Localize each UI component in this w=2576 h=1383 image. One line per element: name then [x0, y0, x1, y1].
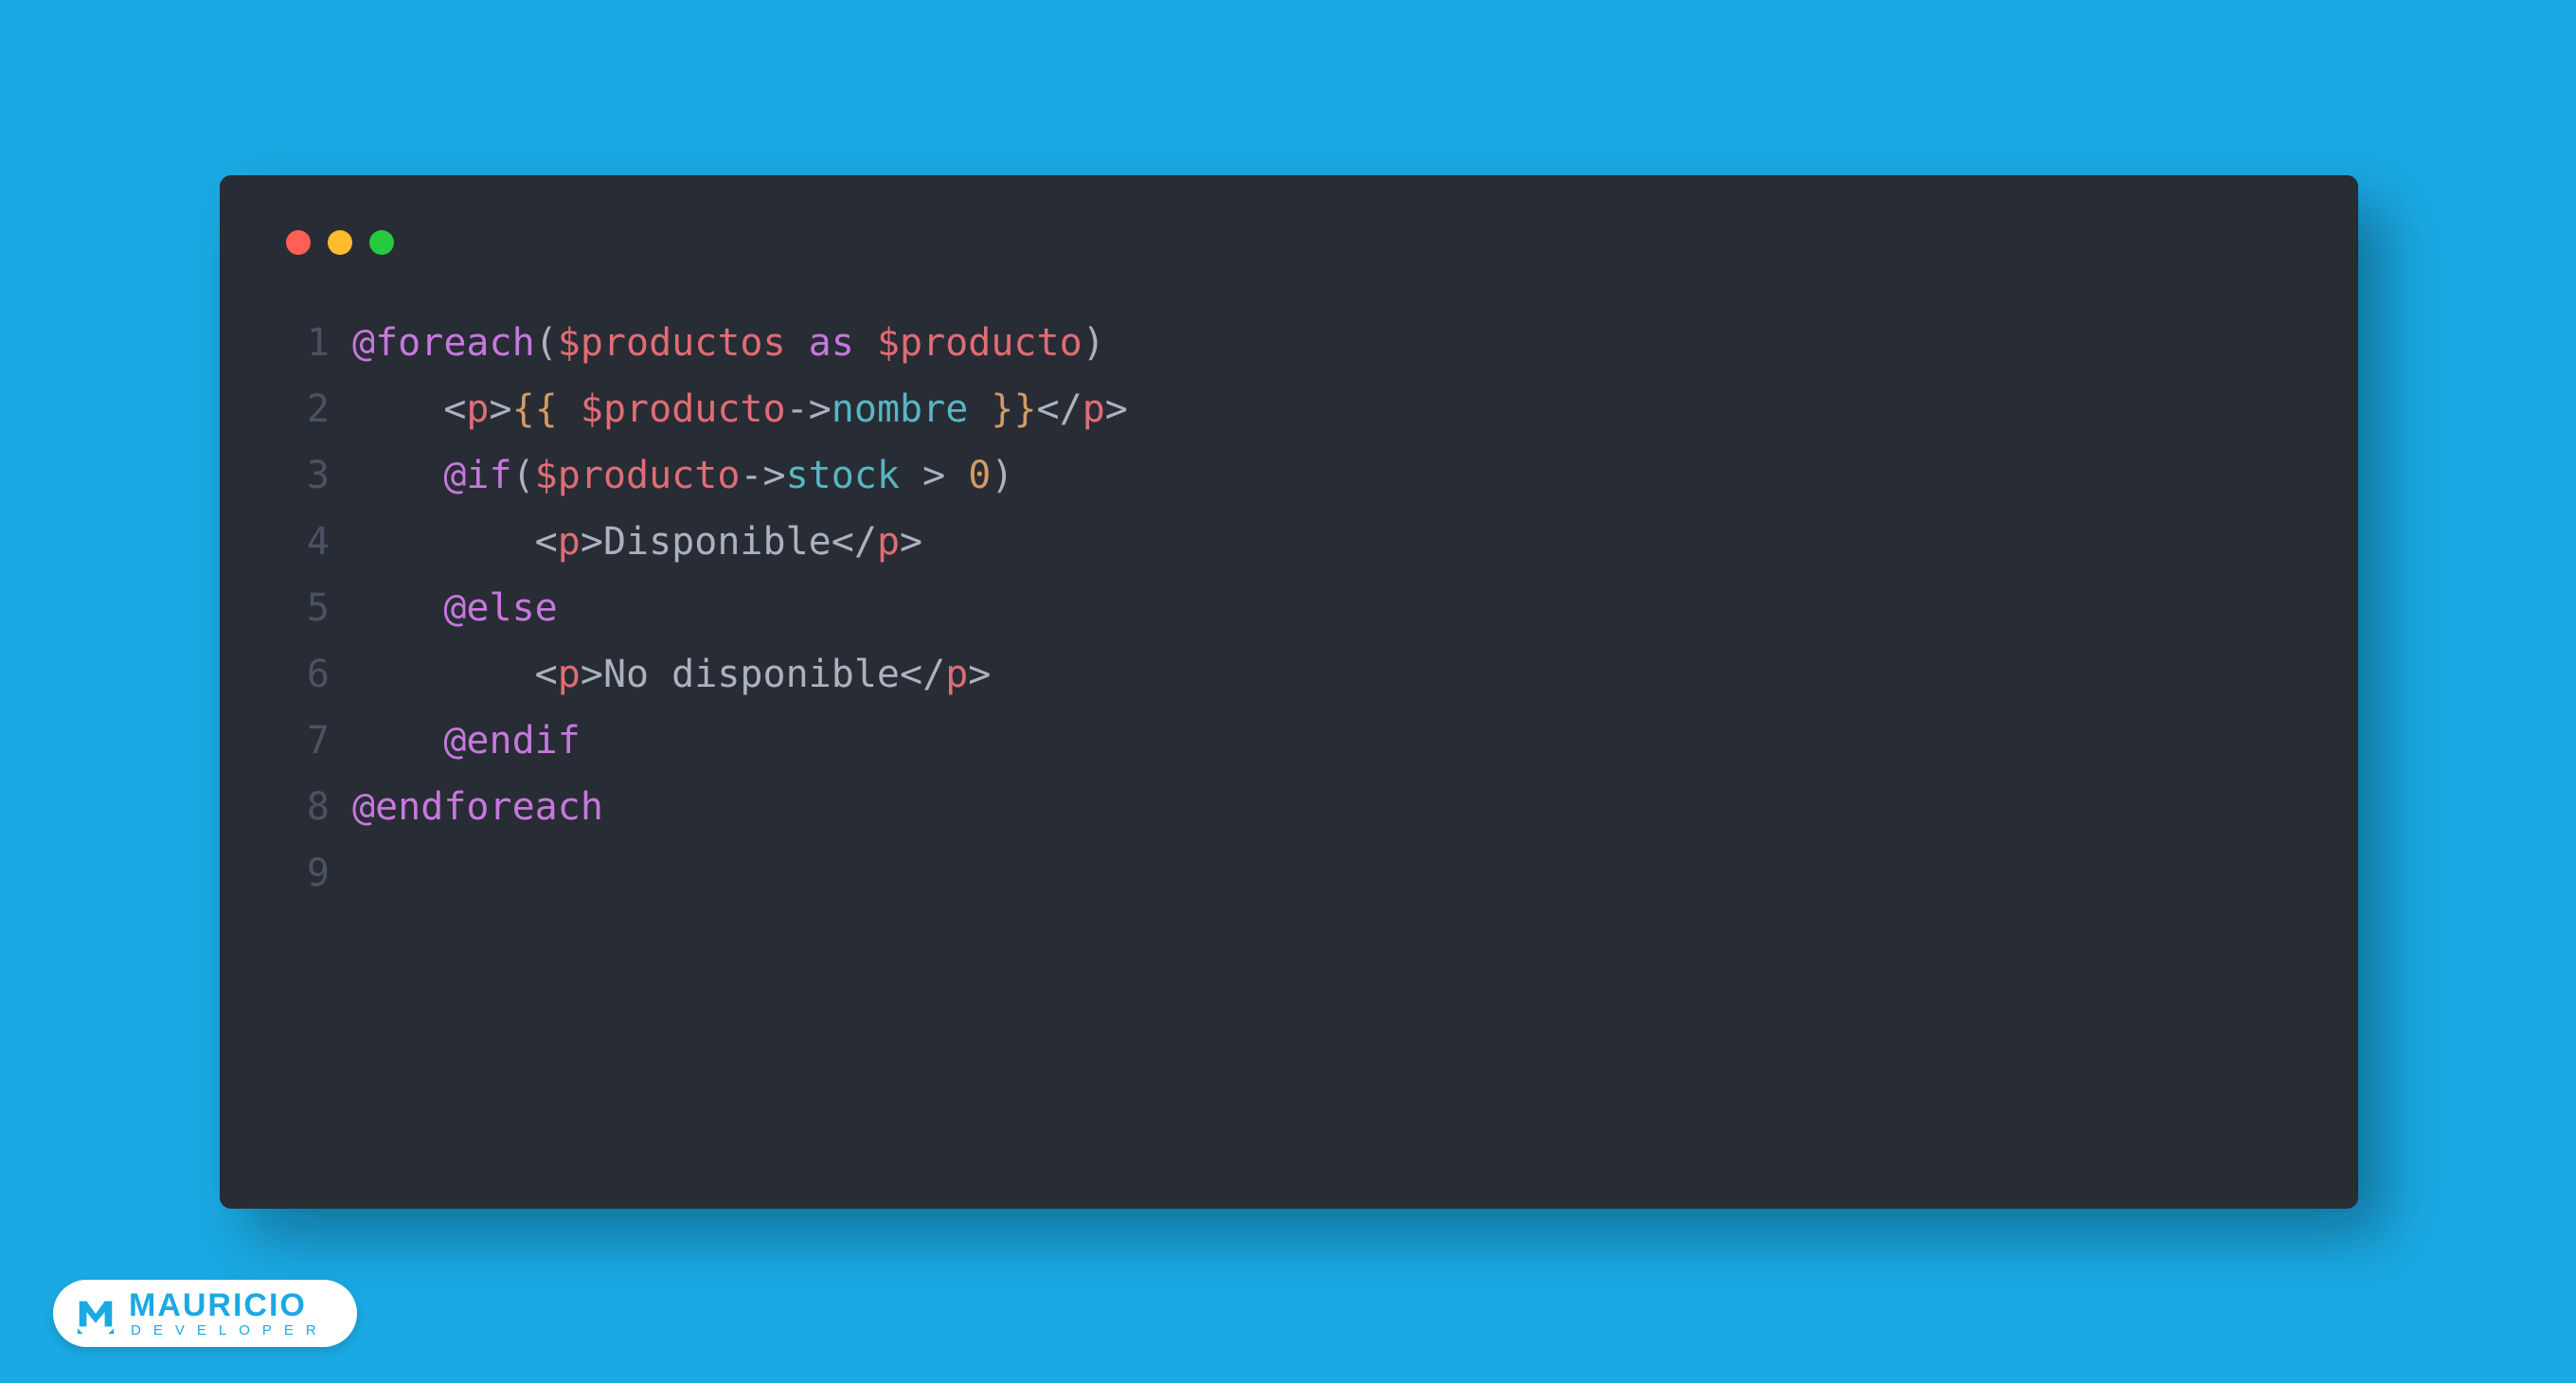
- code-text: @if($producto->stock > 0): [352, 442, 1013, 509]
- code-text: @endforeach: [352, 774, 603, 840]
- minimize-icon[interactable]: [328, 230, 352, 255]
- line-number: 3: [286, 442, 352, 509]
- brand-badge: MAURICIO DEVELOPER: [53, 1280, 357, 1347]
- maximize-icon[interactable]: [369, 230, 394, 255]
- code-line: 4 <p>Disponible</p>: [286, 509, 2292, 575]
- code-line: 8@endforeach: [286, 774, 2292, 840]
- code-text: @endif: [352, 708, 581, 774]
- code-line: 9: [286, 840, 2292, 907]
- code-line: 7 @endif: [286, 708, 2292, 774]
- line-number: 8: [286, 774, 352, 840]
- brand-subtitle: DEVELOPER: [131, 1323, 329, 1338]
- line-number: 9: [286, 840, 352, 907]
- code-line: 3 @if($producto->stock > 0): [286, 442, 2292, 509]
- code-text: <p>Disponible</p>: [352, 509, 922, 575]
- brand-text: MAURICIO DEVELOPER: [129, 1289, 329, 1338]
- line-number: 1: [286, 310, 352, 376]
- code-line: 1@foreach($productos as $producto): [286, 310, 2292, 376]
- line-number: 4: [286, 509, 352, 575]
- line-number: 7: [286, 708, 352, 774]
- code-content: 1@foreach($productos as $producto)2 <p>{…: [286, 310, 2292, 907]
- line-number: 2: [286, 376, 352, 442]
- brand-logo-icon: [74, 1292, 117, 1336]
- line-number: 6: [286, 641, 352, 708]
- line-number: 5: [286, 575, 352, 641]
- window-traffic-lights: [286, 230, 2292, 255]
- code-line: 2 <p>{{ $producto->nombre }}</p>: [286, 376, 2292, 442]
- code-text: @else: [352, 575, 558, 641]
- code-text: <p>{{ $producto->nombre }}</p>: [352, 376, 1128, 442]
- code-editor-window: 1@foreach($productos as $producto)2 <p>{…: [220, 175, 2358, 1209]
- code-text: <p>No disponible</p>: [352, 641, 991, 708]
- code-line: 5 @else: [286, 575, 2292, 641]
- brand-name: MAURICIO: [129, 1289, 329, 1321]
- code-line: 6 <p>No disponible</p>: [286, 641, 2292, 708]
- code-text: @foreach($productos as $producto): [352, 310, 1105, 376]
- close-icon[interactable]: [286, 230, 311, 255]
